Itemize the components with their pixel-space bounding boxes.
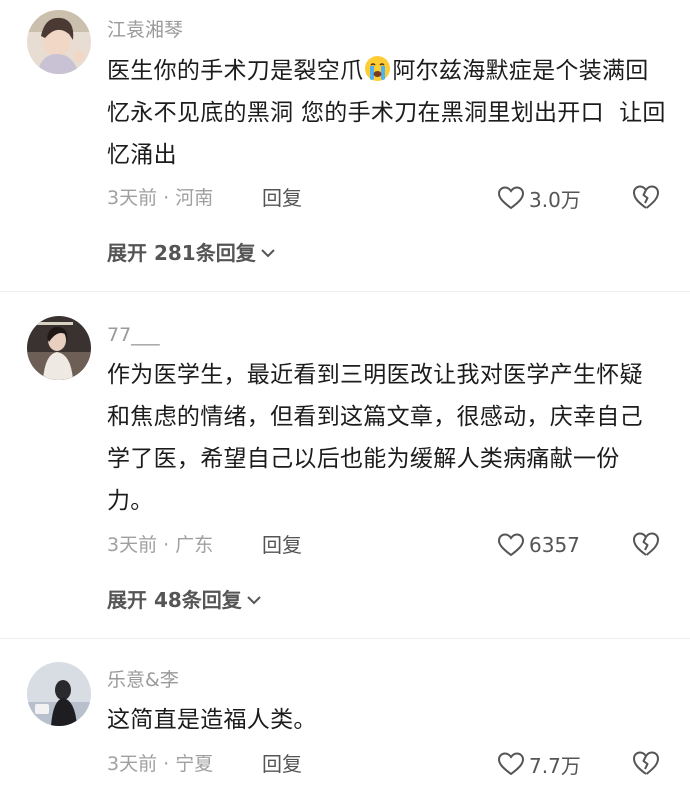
comment-meta: 3天前 · 河南 <box>107 186 213 210</box>
meta-separator: · <box>157 534 176 556</box>
chevron-down-icon <box>247 596 261 605</box>
comment-text: 这简直是造福人类。 <box>107 707 317 733</box>
crying-face-emoji-icon <box>364 54 391 81</box>
expand-replies-button[interactable]: 展开 281条回复 <box>107 240 276 266</box>
comment-text: 作为医学生，最近看到三明医改让我对医学产生怀疑和焦虑的情绪，但看到这篇文章，很感… <box>107 362 643 514</box>
comment-meta: 3天前 · 宁夏 <box>107 752 213 776</box>
divider <box>0 291 690 292</box>
chevron-down-icon <box>261 249 275 258</box>
comment-username[interactable]: 乐意&李 <box>107 668 179 692</box>
comment-location: 河南 <box>175 187 214 209</box>
expand-replies-label: 展开 48条回复 <box>107 588 242 612</box>
broken-heart-icon <box>633 532 660 556</box>
heart-outline-icon <box>497 752 525 776</box>
broken-heart-icon <box>633 185 660 209</box>
divider <box>0 638 690 639</box>
comment-location: 广东 <box>175 534 214 556</box>
comment-text-part: 医生你的手术刀是裂空爪 <box>107 58 364 84</box>
avatar[interactable] <box>27 662 91 726</box>
comment-time: 3天前 <box>107 187 158 209</box>
comment-meta: 3天前 · 广东 <box>107 533 213 557</box>
like-button[interactable]: 6357 <box>497 530 580 560</box>
meta-separator: · <box>157 187 176 209</box>
broken-heart-icon <box>633 751 660 775</box>
like-button[interactable]: 3.0万 <box>497 183 581 213</box>
reply-button[interactable]: 回复 <box>262 752 302 776</box>
comment-username[interactable]: 77___ <box>107 323 160 347</box>
comment-time: 3天前 <box>107 753 158 775</box>
heart-outline-icon <box>497 186 525 210</box>
comment-text: 医生你的手术刀是裂空爪 阿尔兹海默症是个装满回忆永不见底的黑洞 您的手术刀在黑洞里… <box>107 50 667 176</box>
reply-button[interactable]: 回复 <box>262 186 302 210</box>
comment-username[interactable]: 江袁湘琴 <box>107 18 183 42</box>
comment-location: 宁夏 <box>175 753 214 775</box>
reply-button[interactable]: 回复 <box>262 533 302 557</box>
like-count: 6357 <box>529 533 580 557</box>
expand-replies-label: 展开 281条回复 <box>107 241 256 265</box>
like-count: 7.7万 <box>529 753 581 778</box>
dislike-button[interactable] <box>631 749 661 779</box>
dislike-button[interactable] <box>631 530 661 560</box>
heart-outline-icon <box>497 533 525 557</box>
like-count: 3.0万 <box>529 187 581 212</box>
comment-time: 3天前 <box>107 534 158 556</box>
like-button[interactable]: 7.7万 <box>497 749 581 779</box>
dislike-button[interactable] <box>631 183 661 213</box>
meta-separator: · <box>157 753 176 775</box>
expand-replies-button[interactable]: 展开 48条回复 <box>107 587 262 613</box>
avatar[interactable] <box>27 316 91 380</box>
avatar[interactable] <box>27 10 91 74</box>
